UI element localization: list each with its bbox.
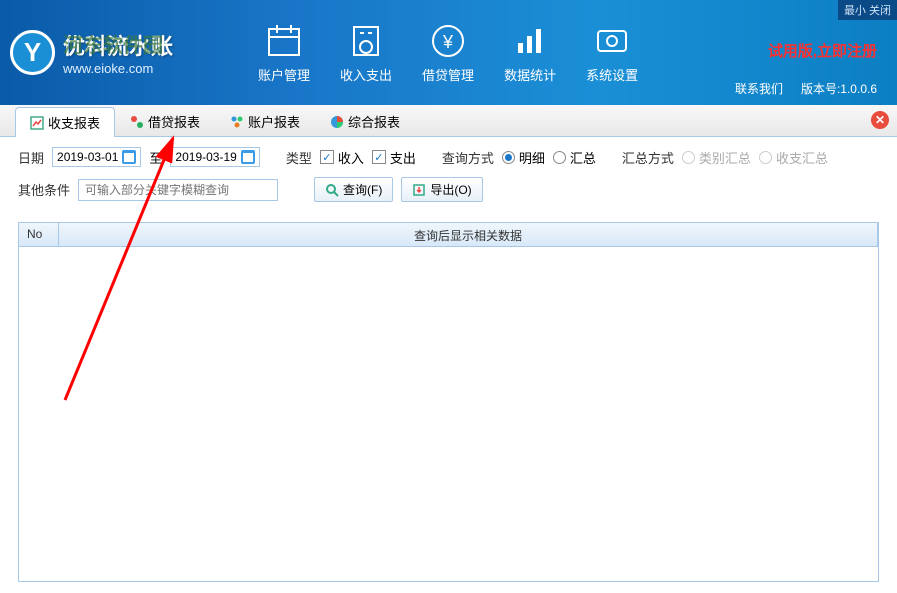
nav-account-mgmt[interactable]: 账户管理 (243, 21, 325, 84)
nav-income-expense[interactable]: 收入支出 (325, 21, 407, 84)
col-no[interactable]: No (19, 223, 59, 246)
trial-link[interactable]: 试用版,立即注册 (768, 40, 877, 61)
contact-link[interactable]: 联系我们 (735, 80, 783, 97)
keyword-input[interactable] (78, 179, 278, 201)
calendar-icon (264, 21, 304, 61)
yen-icon: ¥ (428, 21, 468, 61)
radio-io-summary: 收支汇总 (759, 148, 828, 167)
query-button[interactable]: 查询(F) (314, 177, 393, 202)
tab-summary-report[interactable]: 综合报表 (315, 106, 415, 136)
tab-income-expense-report[interactable]: 收支报表 (15, 107, 115, 137)
tabs-bar: 收支报表 借贷报表 账户报表 综合报表 ✕ (0, 105, 897, 137)
radio-category-summary: 类别汇总 (682, 148, 751, 167)
logo-icon: Y (10, 30, 55, 75)
date-to-input[interactable]: 2019-03-19 (170, 147, 259, 167)
calendar-icon (122, 150, 136, 164)
radio-summary[interactable]: 汇总 (553, 148, 596, 167)
transfer-icon (346, 21, 386, 61)
nav-menu: 账户管理 收入支出 ¥ 借贷管理 数据统计 系统设置 (243, 21, 653, 84)
loan-report-icon (130, 115, 144, 129)
radio-detail[interactable]: 明细 (502, 148, 545, 167)
table-body (19, 247, 878, 581)
other-cond-label: 其他条件 (18, 180, 70, 199)
nav-loan-mgmt[interactable]: ¥ 借贷管理 (407, 21, 489, 84)
nav-statistics[interactable]: 数据统计 (489, 21, 571, 84)
date-from-input[interactable]: 2019-03-01 (52, 147, 141, 167)
search-icon (325, 183, 339, 197)
export-button[interactable]: 导出(O) (401, 177, 482, 202)
chart-icon (510, 21, 550, 61)
report-icon (30, 116, 44, 130)
type-label: 类型 (286, 148, 312, 167)
logo-area: Y 河东软件园 优科流水账 www.eioke.com (0, 29, 173, 76)
pie-icon (330, 115, 344, 129)
close-tab-button[interactable]: ✕ (871, 111, 889, 129)
account-report-icon (230, 115, 244, 129)
data-table: No 查询后显示相关数据 (18, 222, 879, 582)
date-to-label: 至 (149, 148, 162, 167)
window-controls[interactable]: 最小 关闭 (838, 0, 897, 20)
summary-mode-label: 汇总方式 (622, 148, 674, 167)
col-main: 查询后显示相关数据 (59, 223, 878, 246)
version-info: 版本号:1.0.0.6 (801, 80, 877, 97)
tab-account-report[interactable]: 账户报表 (215, 106, 315, 136)
nav-settings[interactable]: 系统设置 (571, 21, 653, 84)
gear-icon (592, 21, 632, 61)
checkbox-income[interactable]: ✓收入 (320, 148, 364, 167)
query-mode-label: 查询方式 (442, 148, 494, 167)
svg-text:¥: ¥ (442, 32, 454, 52)
date-label: 日期 (18, 148, 44, 167)
website: www.eioke.com (63, 61, 173, 76)
export-icon (412, 183, 426, 197)
watermark: 河东软件园 (63, 29, 163, 58)
checkbox-expense[interactable]: ✓支出 (372, 148, 416, 167)
calendar-icon (241, 150, 255, 164)
tab-loan-report[interactable]: 借贷报表 (115, 106, 215, 136)
